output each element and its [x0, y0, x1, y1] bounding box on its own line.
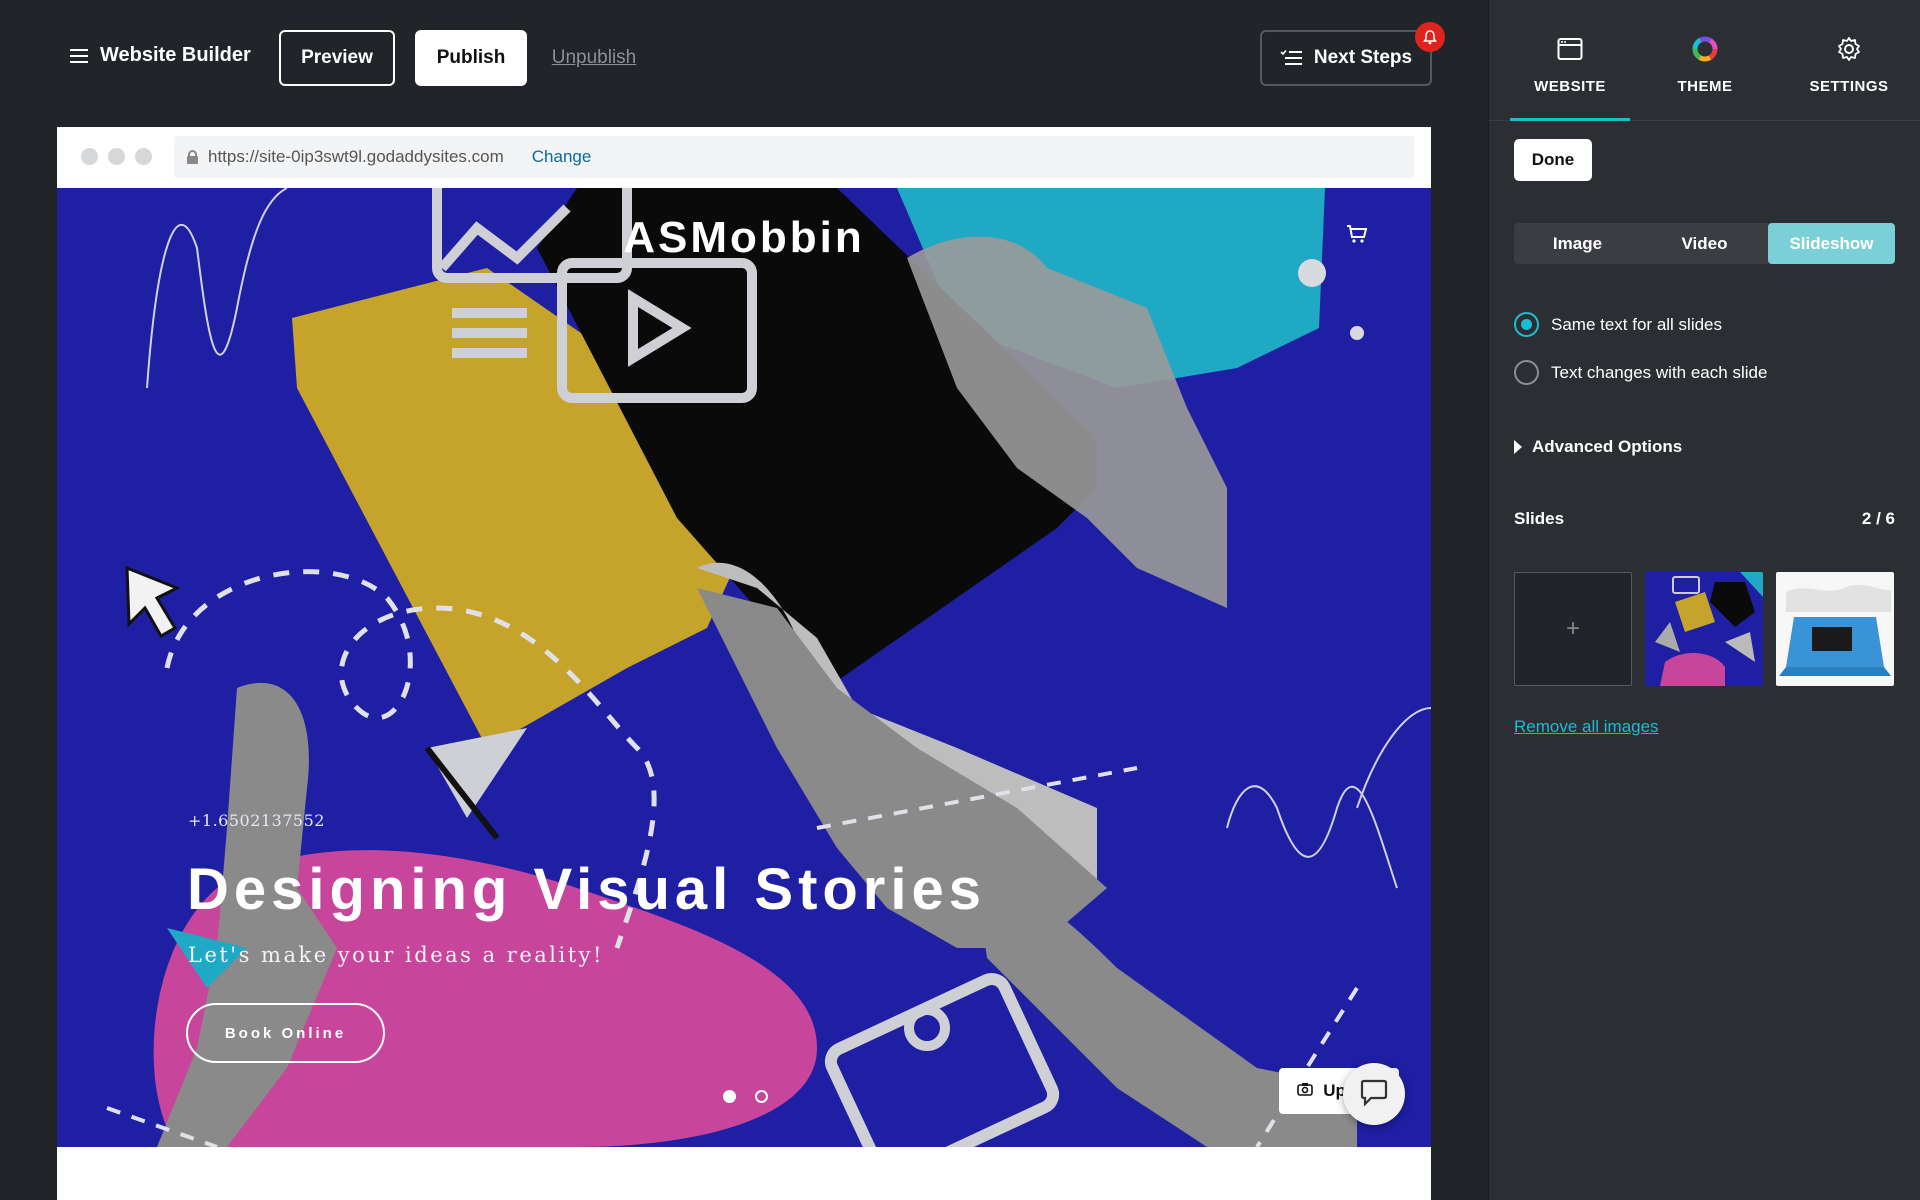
- slide-pager: [723, 1090, 768, 1103]
- media-type-slideshow[interactable]: Slideshow: [1768, 223, 1895, 264]
- radio-text-changes[interactable]: Text changes with each slide: [1514, 360, 1767, 385]
- browser-window-icon: [1510, 34, 1630, 64]
- remove-all-images-link[interactable]: Remove all images: [1514, 717, 1659, 737]
- slide-thumbnail-1[interactable]: [1645, 572, 1763, 686]
- tab-theme[interactable]: THEME: [1645, 34, 1765, 95]
- slide-dot-1[interactable]: [723, 1090, 736, 1103]
- slides-count: 2 / 6: [1861, 509, 1895, 528]
- change-domain-link[interactable]: Change: [532, 147, 592, 167]
- gear-icon: [1789, 34, 1909, 64]
- lock-icon: [187, 150, 198, 164]
- site-title[interactable]: ASMobbin: [57, 213, 1431, 263]
- website-builder-menu[interactable]: Website Builder: [70, 44, 251, 67]
- media-type-image[interactable]: Image: [1514, 223, 1641, 264]
- radio-button-checked[interactable]: [1514, 312, 1539, 337]
- url-field: https://site-0ip3swt9l.godaddysites.com …: [174, 136, 1414, 178]
- hero-subheadline[interactable]: Let's make your ideas a reality!: [188, 943, 604, 967]
- caret-right-icon: [1514, 440, 1522, 454]
- hero-headline[interactable]: Designing Visual Stories: [187, 856, 986, 923]
- radio-text-changes-label: Text changes with each slide: [1551, 362, 1768, 382]
- advanced-options-label: Advanced Options: [1532, 437, 1683, 456]
- plus-icon: +: [1565, 615, 1580, 642]
- tab-settings[interactable]: SETTINGS: [1789, 34, 1909, 95]
- tab-theme-label: THEME: [1677, 78, 1733, 95]
- color-wheel-icon: [1645, 34, 1765, 64]
- radio-button-unchecked[interactable]: [1514, 360, 1539, 385]
- slides-label: Slides: [1514, 509, 1565, 528]
- panel-tabs: WEBSITE THEME SETTINGS: [1489, 0, 1920, 121]
- hero-section[interactable]: ASMobbin +1.6502137552 Designing Visual …: [57, 188, 1431, 1147]
- radio-same-text-label: Same text for all slides: [1551, 314, 1723, 334]
- radio-same-text[interactable]: Same text for all slides: [1514, 312, 1722, 337]
- chat-bubble-icon: [1359, 1077, 1389, 1112]
- media-type-video[interactable]: Video: [1641, 223, 1768, 264]
- slide-dot-2[interactable]: [755, 1090, 768, 1103]
- cart-icon[interactable]: [1345, 222, 1369, 246]
- camera-icon: [1297, 1081, 1313, 1101]
- window-dots: [81, 148, 152, 165]
- phone-number[interactable]: +1.6502137552: [188, 811, 325, 830]
- unpublish-link[interactable]: Unpublish: [547, 30, 641, 86]
- media-type-selector: Image Video Slideshow: [1514, 223, 1895, 264]
- advanced-options-toggle[interactable]: Advanced Options: [1514, 437, 1682, 457]
- publish-button[interactable]: Publish: [415, 30, 527, 86]
- top-bar: Website Builder Preview Publish Unpublis…: [0, 0, 1488, 120]
- next-steps-button[interactable]: Next Steps: [1260, 30, 1432, 86]
- add-slide-button[interactable]: +: [1514, 572, 1632, 686]
- preview-button[interactable]: Preview: [279, 30, 395, 86]
- site-url: https://site-0ip3swt9l.godaddysites.com: [208, 147, 504, 166]
- chat-button[interactable]: [1343, 1063, 1405, 1125]
- hamburger-icon: [70, 48, 88, 63]
- checklist-icon: [1280, 49, 1302, 66]
- done-button[interactable]: Done: [1514, 139, 1592, 181]
- tab-website[interactable]: WEBSITE: [1510, 34, 1630, 121]
- editor-panel: WEBSITE THEME SETTINGS Done Image Video …: [1488, 0, 1920, 1200]
- tab-website-label: WEBSITE: [1534, 78, 1606, 95]
- brand-label: Website Builder: [100, 44, 251, 66]
- site-preview-frame: https://site-0ip3swt9l.godaddysites.com …: [57, 127, 1431, 1200]
- tab-settings-label: SETTINGS: [1809, 78, 1889, 95]
- next-steps-label: Next Steps: [1313, 47, 1413, 68]
- browser-url-bar: https://site-0ip3swt9l.godaddysites.com …: [57, 127, 1431, 188]
- bell-icon[interactable]: [1415, 22, 1445, 52]
- book-online-button[interactable]: Book Online: [186, 1003, 385, 1063]
- slide-thumbnail-2[interactable]: [1776, 572, 1894, 686]
